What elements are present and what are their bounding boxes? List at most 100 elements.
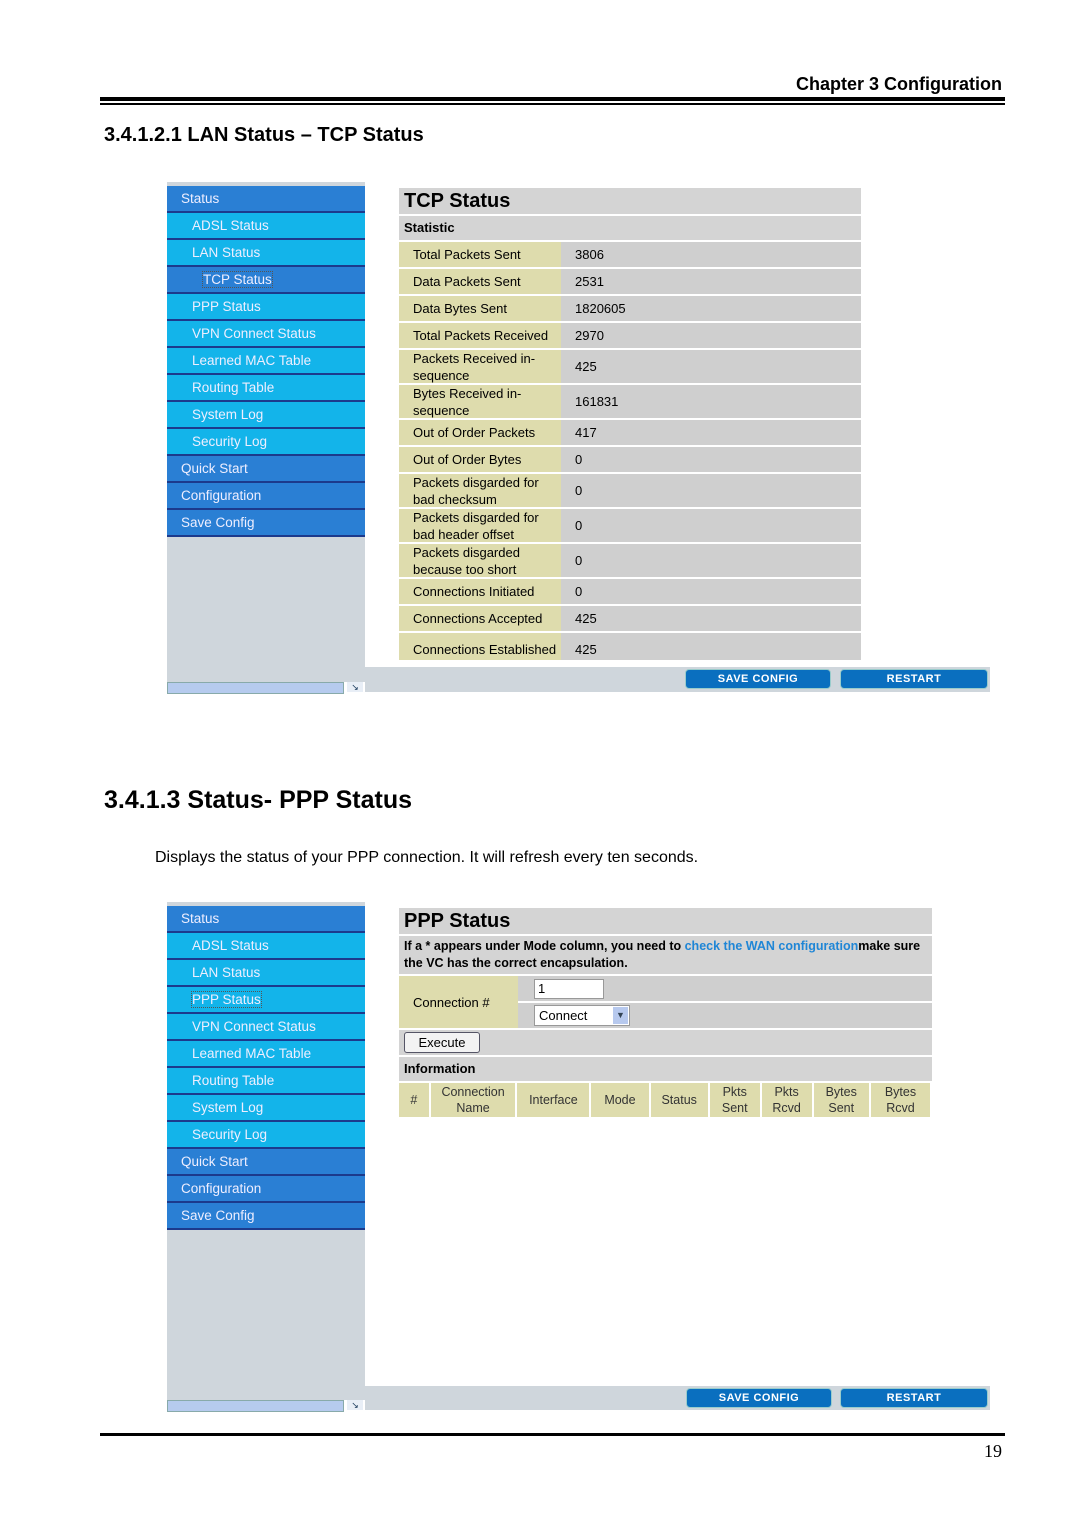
sidebar-item-label: PPP Status: [192, 299, 261, 314]
sidebar-item-label: Configuration: [181, 1181, 262, 1196]
sidebar-item-label: Save Config: [181, 515, 255, 530]
sidebar-item-vpn-connect-status[interactable]: VPN Connect Status: [167, 321, 365, 348]
sidebar-item-configuration[interactable]: Configuration: [167, 1176, 365, 1203]
sidebar-item-label: Learned MAC Table: [192, 353, 312, 368]
sidebar-item-label: ADSL Status: [192, 938, 269, 953]
table-row: Packets disgarded for bad header offset 0: [399, 509, 861, 542]
sidebar-item-learned-mac-table[interactable]: Learned MAC Table: [167, 348, 365, 375]
sidebar: Status ADSL Status LAN Status PPP Status VPN…: [167, 902, 365, 1400]
column-header-number: #: [399, 1083, 429, 1117]
stat-label: Total Packets Received: [399, 323, 561, 348]
chevron-down-icon[interactable]: ▼: [613, 1007, 628, 1024]
sidebar-item-save-config[interactable]: Save Config: [167, 1203, 365, 1230]
sidebar-item-lan-status[interactable]: LAN Status: [167, 960, 365, 987]
sidebar-item-label: PPP Status: [191, 991, 262, 1008]
header-rule: [100, 97, 1005, 101]
connection-number-input[interactable]: [534, 978, 604, 999]
sidebar-item-configuration[interactable]: Configuration: [167, 483, 365, 510]
sidebar-nav: Status ADSL Status LAN Status TCP Status PPP…: [167, 186, 365, 537]
stat-value: 0: [561, 509, 861, 542]
wan-notice: If a * appears under Mode column, you ne…: [399, 936, 932, 974]
sidebar-item-system-log[interactable]: System Log: [167, 1095, 365, 1122]
information-table-header: # Connection Name Interface Mode Status Pkts …: [399, 1083, 932, 1117]
sidebar-item-security-log[interactable]: Security Log: [167, 429, 365, 456]
stat-label: Packets Received in-sequence: [399, 350, 561, 383]
stat-label: Packets disgarded because too short: [399, 544, 561, 577]
horizontal-scrollbar[interactable]: [167, 1400, 344, 1412]
sidebar-item-adsl-status[interactable]: ADSL Status: [167, 933, 365, 960]
sidebar-item-label: VPN Connect Status: [192, 326, 316, 341]
sidebar-item-status[interactable]: Status: [167, 906, 365, 933]
action-select[interactable]: Connect ▼: [534, 1005, 630, 1026]
sidebar-item-tcp-status[interactable]: TCP Status: [167, 267, 365, 294]
stat-label: Connections Established: [399, 633, 561, 660]
save-config-button[interactable]: SAVE CONFIG: [686, 1388, 832, 1408]
sidebar-item-label: Security Log: [192, 434, 268, 449]
restart-button[interactable]: RESTART: [840, 669, 988, 689]
table-row: Packets disgarded because too short 0: [399, 544, 861, 577]
check-wan-config-link[interactable]: check the WAN configuration: [685, 939, 859, 953]
sidebar-item-ppp-status[interactable]: PPP Status: [167, 294, 365, 321]
stat-label: Data Packets Sent: [399, 269, 561, 294]
sidebar: Status ADSL Status LAN Status TCP Status PPP…: [167, 182, 365, 682]
chapter-header: Chapter 3 Configuration: [796, 74, 1002, 94]
sidebar-item-label: Save Config: [181, 1208, 255, 1223]
sidebar-item-label: System Log: [192, 1100, 264, 1115]
restart-button[interactable]: RESTART: [840, 1388, 988, 1408]
sidebar-item-label: TCP Status: [202, 271, 273, 288]
sidebar-item-label: Quick Start: [181, 1154, 248, 1169]
sidebar-item-label: System Log: [192, 407, 264, 422]
stat-label: Connections Accepted: [399, 606, 561, 631]
stat-label: Out of Order Bytes: [399, 447, 561, 472]
column-header-interface: Interface: [517, 1083, 590, 1117]
table-row: Total Packets Sent 3806: [399, 242, 861, 267]
sidebar-item-learned-mac-table[interactable]: Learned MAC Table: [167, 1041, 365, 1068]
column-header-pkts-rcvd: Pkts Rcvd: [761, 1083, 812, 1117]
sidebar-item-label: Status: [181, 911, 220, 926]
sidebar-item-ppp-status[interactable]: PPP Status: [167, 987, 365, 1014]
notice-prefix: If a * appears under Mode column, you ne…: [404, 939, 685, 953]
sidebar-item-routing-table[interactable]: Routing Table: [167, 1068, 365, 1095]
stat-value: 3806: [561, 242, 861, 267]
connection-row: Connection # Connect ▼: [399, 976, 932, 1028]
information-header: Information: [399, 1057, 932, 1081]
sidebar-item-vpn-connect-status[interactable]: VPN Connect Status: [167, 1014, 365, 1041]
sidebar-item-lan-status[interactable]: LAN Status: [167, 240, 365, 267]
connection-label: Connection #: [399, 976, 518, 1028]
section-paragraph: Displays the status of your PPP connecti…: [155, 849, 699, 866]
sidebar-item-label: ADSL Status: [192, 218, 269, 233]
sidebar-item-quick-start[interactable]: Quick Start: [167, 1149, 365, 1176]
sidebar-item-adsl-status[interactable]: ADSL Status: [167, 213, 365, 240]
stat-value: 0: [561, 447, 861, 472]
sidebar-item-save-config[interactable]: Save Config: [167, 510, 365, 537]
stat-value: 425: [561, 606, 861, 631]
stat-label: Packets disgarded for bad header offset: [399, 509, 561, 542]
footer-rule: [100, 1433, 1005, 1436]
sidebar-nav: Status ADSL Status LAN Status PPP Status VPN…: [167, 906, 365, 1230]
stat-value: 0: [561, 474, 861, 507]
table-row: Connections Accepted 425: [399, 606, 861, 631]
sidebar-item-label: Quick Start: [181, 461, 248, 476]
horizontal-scrollbar[interactable]: [167, 682, 344, 694]
tcp-status-screenshot: Status ADSL Status LAN Status TCP Status PPP…: [167, 182, 990, 694]
panel-title: TCP Status: [399, 188, 861, 214]
stat-value: 425: [561, 633, 861, 660]
sidebar-item-quick-start[interactable]: Quick Start: [167, 456, 365, 483]
scroll-arrow-icon[interactable]: ↘: [347, 1400, 363, 1410]
save-config-button[interactable]: SAVE CONFIG: [685, 669, 831, 689]
sidebar-item-routing-table[interactable]: Routing Table: [167, 375, 365, 402]
stat-value: 0: [561, 579, 861, 604]
table-row: Data Bytes Sent 1820605: [399, 296, 861, 321]
scroll-arrow-icon[interactable]: ↘: [347, 682, 363, 692]
table-row: Bytes Received in-sequence 161831: [399, 385, 861, 418]
sidebar-item-system-log[interactable]: System Log: [167, 402, 365, 429]
statistic-table: Total Packets Sent 3806 Data Packets Sent 2…: [399, 242, 861, 660]
sidebar-item-label: Status: [181, 191, 220, 206]
panel-title: PPP Status: [399, 908, 932, 934]
sidebar-item-status[interactable]: Status: [167, 186, 365, 213]
sidebar-item-security-log[interactable]: Security Log: [167, 1122, 365, 1149]
column-header-mode: Mode: [591, 1083, 649, 1117]
execute-button[interactable]: Execute: [404, 1032, 480, 1053]
page-number: 19: [984, 1441, 1002, 1461]
table-row: Connections Established 425: [399, 633, 861, 660]
